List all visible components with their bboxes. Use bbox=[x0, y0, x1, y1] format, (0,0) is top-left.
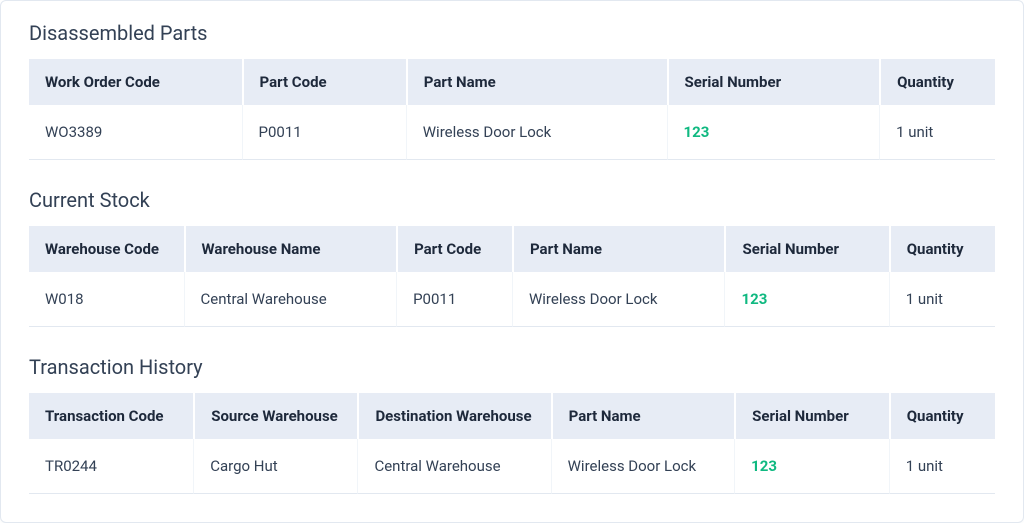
section-title-transactions: Transaction History bbox=[29, 355, 995, 379]
col-serial-number: Serial Number bbox=[667, 59, 880, 105]
col-part-code: Part Code bbox=[242, 59, 406, 105]
col-source-warehouse: Source Warehouse bbox=[193, 393, 357, 439]
page-container: Disassembled Parts Work Order Code Part … bbox=[0, 0, 1024, 523]
section-title-disassembled: Disassembled Parts bbox=[29, 21, 995, 45]
table-header-row: Work Order Code Part Code Part Name Seri… bbox=[29, 59, 995, 105]
cell-transaction-code: TR0244 bbox=[29, 439, 193, 494]
table-row: WO3389 P0011 Wireless Door Lock 123 1 un… bbox=[29, 105, 995, 160]
cell-serial-number: 123 bbox=[667, 105, 880, 160]
col-transaction-code: Transaction Code bbox=[29, 393, 193, 439]
col-part-name: Part Name bbox=[551, 393, 735, 439]
table-transactions: Transaction Code Source Warehouse Destin… bbox=[29, 393, 995, 494]
serial-link[interactable]: 123 bbox=[751, 457, 777, 475]
cell-warehouse-name: Central Warehouse bbox=[184, 272, 397, 327]
cell-source-warehouse: Cargo Hut bbox=[193, 439, 357, 494]
cell-quantity: 1 unit bbox=[889, 439, 995, 494]
cell-destination-warehouse: Central Warehouse bbox=[357, 439, 550, 494]
col-serial-number: Serial Number bbox=[734, 393, 889, 439]
cell-part-code: P0011 bbox=[396, 272, 512, 327]
serial-link[interactable]: 123 bbox=[684, 123, 710, 141]
col-work-order-code: Work Order Code bbox=[29, 59, 242, 105]
col-destination-warehouse: Destination Warehouse bbox=[357, 393, 550, 439]
table-current-stock: Warehouse Code Warehouse Name Part Code … bbox=[29, 226, 995, 327]
cell-serial-number: 123 bbox=[724, 272, 888, 327]
col-warehouse-code: Warehouse Code bbox=[29, 226, 184, 272]
cell-quantity: 1 unit bbox=[889, 272, 995, 327]
table-row: TR0244 Cargo Hut Central Warehouse Wirel… bbox=[29, 439, 995, 494]
section-title-current-stock: Current Stock bbox=[29, 188, 995, 212]
cell-part-name: Wireless Door Lock bbox=[512, 272, 725, 327]
table-header-row: Transaction Code Source Warehouse Destin… bbox=[29, 393, 995, 439]
cell-quantity: 1 unit bbox=[879, 105, 995, 160]
section-transaction-history: Transaction History Transaction Code Sou… bbox=[29, 355, 995, 494]
col-quantity: Quantity bbox=[879, 59, 995, 105]
col-quantity: Quantity bbox=[889, 393, 995, 439]
cell-work-order-code: WO3389 bbox=[29, 105, 242, 160]
cell-part-code: P0011 bbox=[242, 105, 406, 160]
col-warehouse-name: Warehouse Name bbox=[184, 226, 397, 272]
col-serial-number: Serial Number bbox=[724, 226, 888, 272]
col-part-code: Part Code bbox=[396, 226, 512, 272]
col-quantity: Quantity bbox=[889, 226, 995, 272]
serial-link[interactable]: 123 bbox=[741, 290, 767, 308]
section-current-stock: Current Stock Warehouse Code Warehouse N… bbox=[29, 188, 995, 327]
section-disassembled-parts: Disassembled Parts Work Order Code Part … bbox=[29, 21, 995, 160]
col-part-name: Part Name bbox=[406, 59, 667, 105]
col-part-name: Part Name bbox=[512, 226, 725, 272]
cell-serial-number: 123 bbox=[734, 439, 889, 494]
table-row: W018 Central Warehouse P0011 Wireless Do… bbox=[29, 272, 995, 327]
table-header-row: Warehouse Code Warehouse Name Part Code … bbox=[29, 226, 995, 272]
cell-warehouse-code: W018 bbox=[29, 272, 184, 327]
table-disassembled: Work Order Code Part Code Part Name Seri… bbox=[29, 59, 995, 160]
cell-part-name: Wireless Door Lock bbox=[551, 439, 735, 494]
cell-part-name: Wireless Door Lock bbox=[406, 105, 667, 160]
